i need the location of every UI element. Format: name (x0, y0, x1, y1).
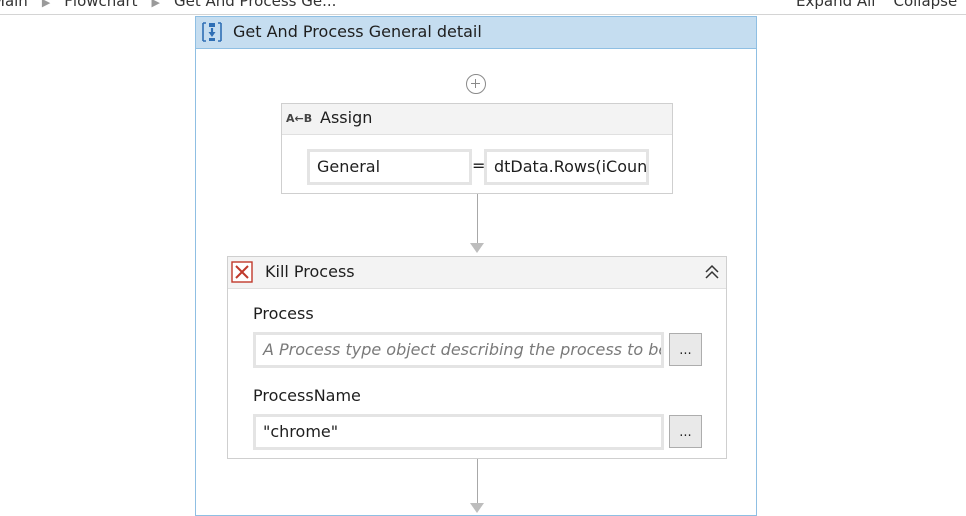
sequence-header[interactable]: Get And Process General detail (196, 17, 756, 49)
process-browse-button[interactable]: ... (669, 333, 702, 366)
breadcrumb-item-main[interactable]: Main (0, 0, 28, 10)
sequence-icon (202, 22, 222, 42)
assign-value-field[interactable]: dtData.Rows(iCount (484, 149, 649, 185)
assign-icon: A←B (286, 112, 313, 125)
assign-header[interactable]: A←B Assign (282, 104, 672, 135)
breadcrumb-item-flowchart[interactable]: Flowchart (64, 0, 137, 10)
process-name-browse-button[interactable]: ... (669, 415, 702, 448)
double-chevron-up-icon[interactable] (703, 263, 721, 281)
assign-to-field[interactable]: General (307, 149, 472, 185)
kill-process-icon (231, 261, 253, 283)
connector-arrow-icon (470, 503, 484, 513)
process-label: Process (253, 304, 314, 323)
breadcrumb-item-current[interactable]: Get And Process Ge... (174, 0, 336, 10)
breadcrumb-separator-icon: ▶ (151, 0, 160, 9)
expand-collapse-controls: Expand All Collapse (796, 0, 966, 10)
plus-circle-icon[interactable] (466, 74, 486, 94)
kill-process-header[interactable]: Kill Process (228, 257, 726, 289)
process-input[interactable]: A Process type object describing the pro… (253, 332, 664, 368)
process-name-label: ProcessName (253, 386, 361, 405)
breadcrumb-path: Main ▶ Flowchart ▶ Get And Process Ge... (0, 0, 336, 10)
expand-all-link[interactable]: Expand All (796, 0, 875, 10)
assign-title: Assign (320, 108, 373, 127)
assign-activity[interactable]: A←B Assign General = dtData.Rows(iCount (281, 103, 673, 194)
breadcrumb-separator-icon: ▶ (41, 0, 51, 9)
breadcrumb: Main ▶ Flowchart ▶ Get And Process Ge... Exp… (0, 0, 966, 15)
connector-line (477, 194, 478, 244)
process-name-input[interactable]: "chrome" (253, 414, 664, 450)
sequence-title: Get And Process General detail (233, 22, 482, 41)
connector-arrow-icon (470, 243, 484, 253)
connector-line (477, 459, 478, 507)
sequence-activity[interactable]: Get And Process General detail A←B Assig… (195, 16, 757, 516)
kill-process-title: Kill Process (265, 262, 355, 281)
collapse-link[interactable]: Collapse (893, 0, 957, 10)
kill-process-activity[interactable]: Kill Process Process A Process type obje… (227, 256, 727, 459)
